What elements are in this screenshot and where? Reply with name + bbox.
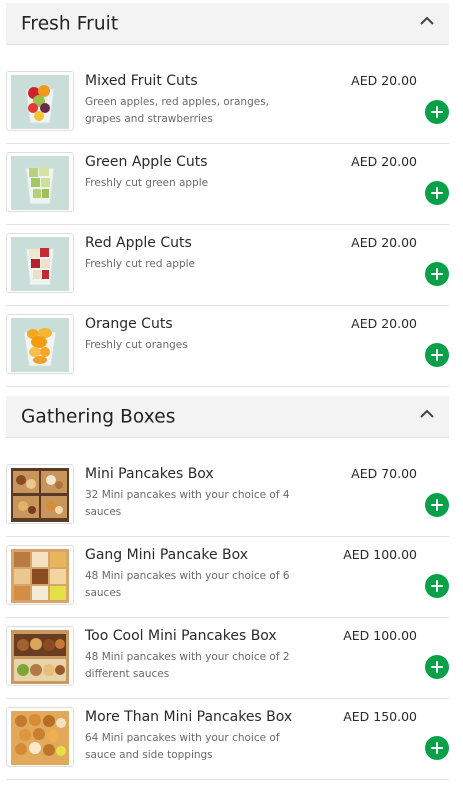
menu-item[interactable]: Green Apple Cuts Freshly cut green apple… xyxy=(6,144,449,225)
add-button[interactable] xyxy=(425,574,449,598)
add-button[interactable] xyxy=(425,493,449,517)
green-apple-cup-icon xyxy=(11,156,69,210)
add-button[interactable] xyxy=(425,262,449,286)
item-name: More Than Mini Pancakes Box xyxy=(85,709,293,725)
item-image xyxy=(6,152,74,212)
chevron-up-icon[interactable] xyxy=(419,409,435,419)
item-name: Mini Pancakes Box xyxy=(85,466,214,482)
pancake-box-icon xyxy=(11,549,69,603)
add-button[interactable] xyxy=(425,100,449,124)
add-button[interactable] xyxy=(425,343,449,367)
pancake-box-icon xyxy=(11,711,69,765)
item-price: AED 150.00 xyxy=(343,709,417,724)
section-header-fresh-fruit[interactable]: Fresh Fruit xyxy=(6,3,449,45)
item-image xyxy=(6,71,74,131)
item-name: Mixed Fruit Cuts xyxy=(85,73,198,89)
item-price: AED 20.00 xyxy=(351,73,417,88)
menu-item[interactable]: Mini Pancakes Box 32 Mini pancakes with … xyxy=(6,456,449,537)
pancake-box-icon xyxy=(11,630,69,684)
item-description: Freshly cut oranges xyxy=(85,339,188,351)
item-description: 64 Mini pancakes with your choice of sau… xyxy=(85,732,280,761)
item-image xyxy=(6,233,74,293)
item-image xyxy=(6,314,74,374)
item-price: AED 70.00 xyxy=(351,466,417,481)
item-description: 32 Mini pancakes with your choice of 4 s… xyxy=(85,489,290,518)
item-image xyxy=(6,545,74,605)
add-button[interactable] xyxy=(425,181,449,205)
menu-item[interactable]: More Than Mini Pancakes Box 64 Mini panc… xyxy=(6,699,449,780)
mixed-fruit-cup-icon xyxy=(11,75,69,129)
add-button[interactable] xyxy=(425,736,449,760)
item-price: AED 100.00 xyxy=(343,628,417,643)
item-image xyxy=(6,464,74,524)
item-name: Gang Mini Pancake Box xyxy=(85,547,249,563)
menu-item[interactable]: Orange Cuts Freshly cut oranges AED 20.0… xyxy=(6,306,449,387)
menu-item[interactable]: Gang Mini Pancake Box 48 Mini pancakes w… xyxy=(6,537,449,618)
item-name: Red Apple Cuts xyxy=(85,235,192,251)
pancake-box-icon xyxy=(11,468,69,522)
item-description: Green apples, red apples, oranges, grape… xyxy=(85,96,270,125)
menu-item[interactable]: Red Apple Cuts Freshly cut red apple AED… xyxy=(6,225,449,306)
section-title: Fresh Fruit xyxy=(21,13,119,34)
orange-cup-icon xyxy=(11,318,69,372)
menu-item[interactable]: Too Cool Mini Pancakes Box 48 Mini panca… xyxy=(6,618,449,699)
item-price: AED 20.00 xyxy=(351,235,417,250)
item-description: 48 Mini pancakes with your choice of 6 s… xyxy=(85,570,290,599)
item-price: AED 100.00 xyxy=(343,547,417,562)
chevron-up-icon[interactable] xyxy=(419,16,435,26)
item-description: 48 Mini pancakes with your choice of 2 d… xyxy=(85,651,290,680)
item-name: Too Cool Mini Pancakes Box xyxy=(85,628,277,644)
item-description: Freshly cut red apple xyxy=(85,258,195,270)
item-image xyxy=(6,626,74,686)
add-button[interactable] xyxy=(425,655,449,679)
item-price: AED 20.00 xyxy=(351,316,417,331)
section-header-gathering-boxes[interactable]: Gathering Boxes xyxy=(6,396,449,438)
item-price: AED 20.00 xyxy=(351,154,417,169)
item-image xyxy=(6,707,74,767)
item-name: Orange Cuts xyxy=(85,316,173,332)
item-name: Green Apple Cuts xyxy=(85,154,208,170)
red-apple-cup-icon xyxy=(11,237,69,291)
item-description: Freshly cut green apple xyxy=(85,177,209,189)
section-title: Gathering Boxes xyxy=(21,406,176,427)
menu-item[interactable]: Mixed Fruit Cuts Green apples, red apple… xyxy=(6,63,449,144)
